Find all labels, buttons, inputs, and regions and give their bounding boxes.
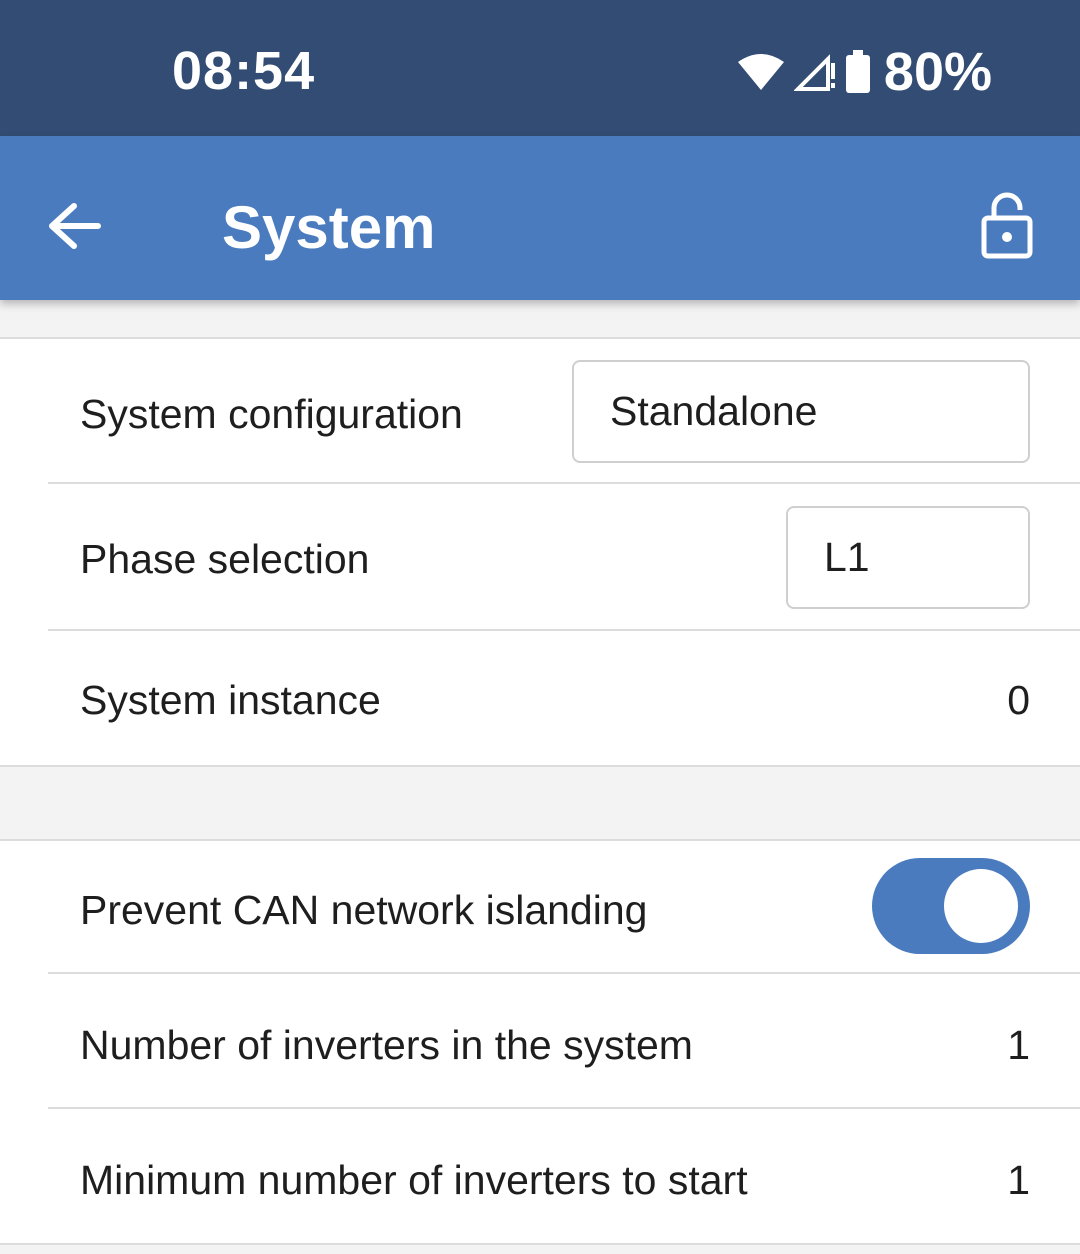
status-bar: 08:54 80% [0,0,1080,136]
wifi-icon [736,52,786,92]
back-arrow-icon [49,203,101,249]
status-icons: 80% [736,40,992,104]
prevent-can-islanding-toggle[interactable] [872,858,1030,954]
minimum-inverters-label: Minimum number of inverters to start [80,1157,748,1203]
phase-selection-label: Phase selection [80,536,370,582]
battery-percentage: 80% [883,42,992,102]
back-button[interactable] [46,198,102,254]
prevent-can-islanding-label: Prevent CAN network islanding [80,887,648,933]
toggle-knob [944,869,1018,943]
status-time: 08:54 [172,41,316,101]
cell-signal-icon [793,51,836,93]
system-configuration-value: Standalone [610,388,818,434]
lock-icon [981,192,1033,259]
phase-selection-select[interactable]: L1 [786,506,1030,609]
lock-button[interactable] [980,190,1034,260]
prevent-can-islanding-row: Prevent CAN network islanding [48,841,1080,972]
number-of-inverters-row: Number of inverters in the system 1 [48,974,1080,1107]
phase-selection-row: Phase selection L1 [48,484,1080,629]
minimum-inverters-value: 1 [1007,1157,1030,1203]
phase-selection-value: L1 [824,534,870,580]
number-of-inverters-label: Number of inverters in the system [80,1022,693,1068]
system-settings-section: System configuration Standalone Phase se… [0,337,1080,767]
system-configuration-label: System configuration [80,391,463,437]
minimum-inverters-row: Minimum number of inverters to start 1 [48,1109,1080,1241]
app-bar [0,136,1080,300]
system-configuration-row: System configuration Standalone [48,339,1080,482]
number-of-inverters-value: 1 [1007,1022,1030,1068]
system-configuration-select[interactable]: Standalone [572,360,1030,463]
page-title: System [222,194,436,261]
system-instance-row: System instance 0 [48,631,1080,763]
battery-icon [844,50,872,94]
system-instance-label: System instance [80,677,381,723]
inverter-settings-section: Prevent CAN network islanding Number of … [0,839,1080,1245]
system-instance-value: 0 [1007,677,1030,723]
